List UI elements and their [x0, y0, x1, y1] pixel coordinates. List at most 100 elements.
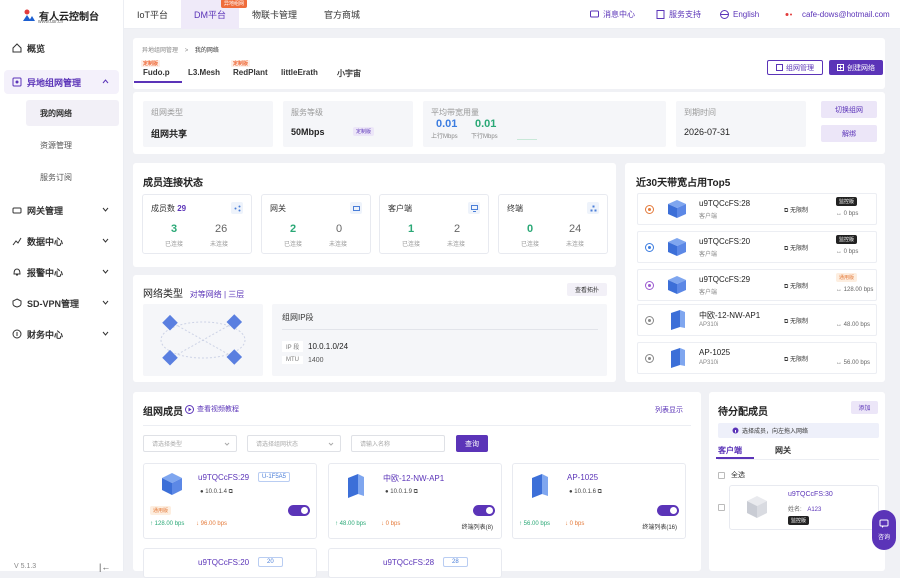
- sidebar-item-data[interactable]: 数据中心: [4, 229, 119, 253]
- consult-button[interactable]: 咨询: [872, 510, 896, 550]
- member-toggle[interactable]: [288, 505, 310, 516]
- type-select[interactable]: 请选择类型: [143, 435, 237, 452]
- member-card[interactable]: u9TQCcFS:28 28: [328, 548, 502, 578]
- network-tab-redplant[interactable]: 定制版 RedPlant: [231, 60, 268, 77]
- member-name[interactable]: AP-1025: [567, 473, 598, 482]
- top5-row[interactable]: 中欧-12-NW-AP1 AP310i ⧉ 无限制 ↔ 48.00 bps: [637, 304, 877, 336]
- language-switch[interactable]: English: [720, 0, 759, 29]
- language-label: English: [733, 10, 760, 19]
- sidebar-item-gateway[interactable]: 网关管理: [4, 198, 119, 222]
- rate-text: 0 bps: [843, 249, 859, 255]
- sidebar-item-label: 概览: [27, 43, 46, 54]
- name-input[interactable]: 请输入名称: [351, 435, 445, 452]
- tab-client[interactable]: 客户端: [718, 445, 742, 456]
- view-topology-button[interactable]: 查看拓扑: [567, 283, 607, 296]
- member-toggle[interactable]: [657, 505, 679, 516]
- sidebar-item-alarm[interactable]: 报警中心: [4, 260, 119, 284]
- network-manage-button[interactable]: 组网管理: [767, 60, 823, 75]
- terminal-list-link[interactable]: 终端列表(8): [462, 522, 493, 531]
- stat-label: 网关: [270, 204, 286, 213]
- member-name[interactable]: 中欧-12-NW-AP1: [383, 473, 444, 484]
- network-tab-l3mesh[interactable]: L3.Mesh: [188, 68, 220, 77]
- connected-count: 1: [408, 223, 415, 235]
- unbind-button[interactable]: 解绑: [821, 125, 877, 142]
- mtu-label: MTU: [282, 356, 303, 364]
- disconnected-label: 未连接: [566, 242, 585, 248]
- chevron-down-icon: [102, 207, 109, 212]
- rate-text: 56.00 bps: [843, 360, 871, 366]
- download-rate: ↓ 0 bps: [565, 521, 585, 527]
- member-toggle[interactable]: [473, 505, 495, 516]
- sidebar-sub-subscription[interactable]: 服务订阅: [26, 164, 119, 190]
- network-mode: 对等网络 | 三层: [189, 290, 245, 299]
- brand-logo[interactable]: 有人云控制台 www.usr.cn: [22, 6, 99, 25]
- vpn-icon: [12, 298, 22, 308]
- top5-row[interactable]: u9TQCcFS:28 客户端 ⧉ 无限制 监控版 ↔ 0 bps: [637, 193, 877, 225]
- checkbox[interactable]: [718, 471, 725, 479]
- pending-item[interactable]: u9TQCcFS:30 姓名: A123 监控版: [729, 485, 879, 530]
- top5-row[interactable]: u9TQCcFS:20 客户端 ⧉ 无限制 监控版 ↔ 0 bps: [637, 231, 877, 263]
- sidebar-item-remote-network[interactable]: 异地组网管理: [4, 70, 119, 94]
- play-icon: [185, 404, 194, 414]
- member-card[interactable]: AP-1025 ● 10.0.1.6 ⧉ ↑ 56.00 bps ↓ 0 bps…: [512, 463, 686, 539]
- member-name[interactable]: u9TQCcFS:28: [383, 558, 434, 567]
- globe-icon: [720, 10, 729, 19]
- list-view-toggle[interactable]: 列表显示: [655, 405, 683, 415]
- network-tab-xiaoyuzhou[interactable]: 小宇宙: [337, 68, 361, 79]
- pc-icon: [668, 200, 686, 218]
- chevron-down-icon: [102, 269, 109, 274]
- tab-label: RedPlant: [233, 68, 268, 77]
- sidebar-item-finance[interactable]: 财务中心: [4, 322, 119, 346]
- ip-segment-title: 组网IP段: [282, 313, 314, 322]
- select-all[interactable]: 全选: [718, 470, 745, 480]
- top5-row[interactable]: AP-1025 AP310i ⧉ 无限制 ↔ 56.00 bps: [637, 342, 877, 374]
- message-icon: [590, 10, 599, 18]
- member-tag: U-1F5A5: [258, 472, 291, 482]
- pc-icon: [668, 276, 686, 294]
- user-account[interactable]: cafe-dows@hotmail.com: [784, 0, 890, 29]
- device-type: 客户端: [699, 214, 718, 220]
- ip-text: 10.0.1.4: [205, 489, 227, 495]
- tab-store[interactable]: 官方商城: [324, 0, 360, 29]
- switch-network-button[interactable]: 切换组网: [821, 101, 877, 118]
- tab-label: 小宇宙: [337, 69, 361, 78]
- network-tab-littleerath[interactable]: littleErath: [281, 68, 318, 77]
- tab-dm[interactable]: DM平台 异地组网: [181, 0, 247, 29]
- member-card[interactable]: 中欧-12-NW-AP1 ● 10.0.1.9 ⧉ ↑ 48.00 bps ↓ …: [328, 463, 502, 539]
- create-network-button[interactable]: 创建网络: [829, 60, 883, 75]
- limit-label: ⧉ 无限制: [784, 319, 808, 325]
- sidebar-item-overview[interactable]: 概览: [4, 36, 119, 60]
- member-card[interactable]: u9TQCcFS:20 20: [143, 548, 317, 578]
- limit-text: 无限制: [789, 284, 808, 290]
- video-tutorial-link[interactable]: 查看视频教程: [185, 404, 239, 414]
- support-link[interactable]: 服务支持: [656, 0, 701, 29]
- sidebar-sub-my-network[interactable]: 我的网络: [26, 100, 119, 126]
- tab-iot-card[interactable]: 物联卡管理: [252, 0, 297, 29]
- breadcrumb-parent[interactable]: 异地组网管理: [142, 48, 178, 54]
- item-checkbox[interactable]: [718, 504, 725, 511]
- tab-gateway[interactable]: 网关: [775, 445, 791, 456]
- rate-text: 0 bps: [569, 521, 585, 527]
- network-tab-fudo[interactable]: 定制版 Fudo.p: [141, 60, 170, 77]
- drag-tip: 选择成员，向左拖入网络: [718, 423, 879, 438]
- message-center-link[interactable]: 消息中心: [590, 0, 635, 29]
- query-button[interactable]: 查询: [456, 435, 488, 452]
- member-name[interactable]: u9TQCcFS:20: [198, 558, 249, 567]
- terminal-list-link[interactable]: 终端列表(16): [642, 522, 677, 531]
- tab-iot[interactable]: IoT平台: [137, 0, 168, 29]
- topology-preview[interactable]: [143, 304, 263, 376]
- info-label: 服务等级: [291, 108, 323, 117]
- disconnected-label: 未连接: [447, 242, 466, 248]
- home-icon: [12, 43, 22, 53]
- top5-row[interactable]: u9TQCcFS:29 客户端 ⧉ 无限制 通用版 ↔ 128.00 bps: [637, 269, 877, 301]
- disconnected-count: 26: [215, 223, 228, 235]
- sidebar-item-sdvpn[interactable]: SD-VPN管理: [4, 291, 119, 315]
- rate-text: 48.00 bps: [843, 322, 871, 328]
- add-member-button[interactable]: 添加: [851, 401, 878, 414]
- disconnected-label: 未连接: [329, 242, 348, 248]
- member-card[interactable]: u9TQCcFS:29 U-1F5A5 ● 10.0.1.4 ⧉ 通用版 ↑ 1…: [143, 463, 317, 539]
- status-select[interactable]: 请选择组网状态: [247, 435, 341, 452]
- sidebar-sub-resources[interactable]: 资源管理: [26, 132, 119, 158]
- member-name[interactable]: u9TQCcFS:29: [198, 473, 249, 482]
- rate-text: 0 bps: [385, 521, 401, 527]
